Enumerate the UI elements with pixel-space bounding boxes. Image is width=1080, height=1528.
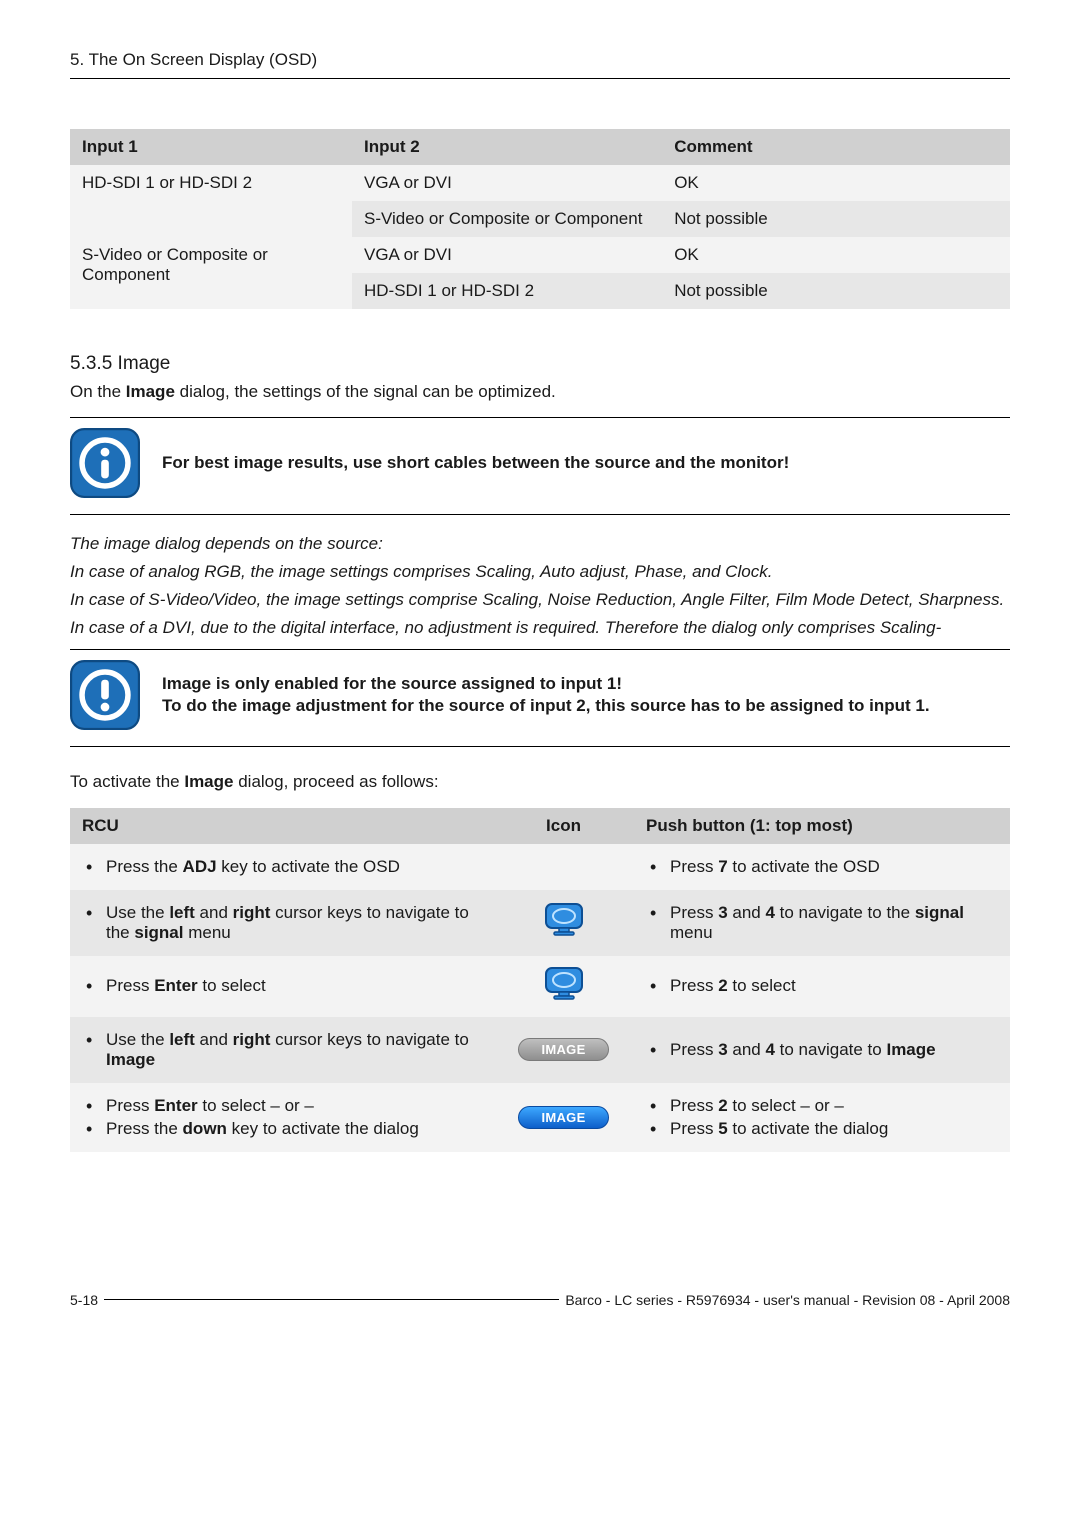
table-header: RCU: [70, 808, 493, 844]
push-button-cell: Press 3 and 4 to navigate to Image: [634, 1017, 1010, 1083]
list-item: Use the left and right cursor keys to na…: [82, 1030, 481, 1070]
monitor-icon: [544, 902, 584, 938]
text: In case of S-Video/Video, the image sett…: [70, 589, 1010, 611]
cell: S-Video or Composite or Component: [352, 201, 662, 237]
page-footer: 5-18 Barco - LC series - R5976934 - user…: [70, 1292, 1010, 1308]
warning-callout: Image is only enabled for the source ass…: [70, 650, 1010, 747]
activate-text: To activate the Image dialog, proceed as…: [70, 771, 1010, 793]
footer-text: Barco - LC series - R5976934 - user's ma…: [565, 1292, 1010, 1308]
list-item: Press 2 to select – or –: [646, 1096, 998, 1116]
table-header: Input 2: [352, 129, 662, 165]
list-item: Press 3 and 4 to navigate to Image: [646, 1040, 998, 1060]
table-row: Press the ADJ key to activate the OSD Pre…: [70, 844, 1010, 890]
table-row: Press Enter to select – or – Press the do…: [70, 1083, 1010, 1152]
table-header: Push button (1: top most): [634, 808, 1010, 844]
icon-cell: [493, 956, 634, 1017]
push-button-cell: Press 7 to activate the OSD: [634, 844, 1010, 890]
cell: VGA or DVI: [352, 165, 662, 201]
text: Image: [184, 772, 233, 791]
list-item: Press Enter to select – or –: [82, 1096, 481, 1116]
table-header: Icon: [493, 808, 634, 844]
cell: HD-SDI 1 or HD-SDI 2: [352, 273, 662, 309]
rcu-cell: Press the ADJ key to activate the OSD: [70, 844, 493, 890]
table-row: Press Enter to select Press 2 to select: [70, 956, 1010, 1017]
icon-cell: [493, 844, 634, 890]
text: dialog, proceed as follows:: [233, 772, 438, 791]
icon-cell: [493, 890, 634, 956]
cell: OK: [662, 165, 1010, 201]
table-header: Input 1: [70, 129, 352, 165]
text: Image is only enabled for the source ass…: [162, 673, 1010, 696]
table-row: S-Video or Composite or Component VGA or…: [70, 237, 1010, 273]
list-item: Press 5 to activate the dialog: [646, 1119, 998, 1139]
text: The image dialog depends on the source:: [70, 533, 1010, 555]
rcu-steps-table: RCU Icon Push button (1: top most) Press…: [70, 808, 1010, 1152]
input-compatibility-table: Input 1 Input 2 Comment HD-SDI 1 or HD-S…: [70, 129, 1010, 309]
warning-text: Image is only enabled for the source ass…: [162, 673, 1010, 719]
italic-notes: The image dialog depends on the source: …: [70, 533, 1010, 639]
warning-icon: [70, 660, 140, 730]
table-row: Use the left and right cursor keys to na…: [70, 1017, 1010, 1083]
text: Image: [126, 382, 175, 401]
cell: Not possible: [662, 273, 1010, 309]
rcu-cell: Press Enter to select: [70, 956, 493, 1017]
text: In case of analog RGB, the image setting…: [70, 561, 1010, 583]
icon-cell: IMAGE: [493, 1083, 634, 1152]
section-heading: 5.3.5 Image: [70, 353, 1010, 375]
image-pill-icon: IMAGE: [518, 1038, 608, 1061]
section-intro: On the Image dialog, the settings of the…: [70, 381, 1010, 403]
cell: OK: [662, 237, 1010, 273]
footer-rule: [104, 1299, 559, 1300]
icon-cell: IMAGE: [493, 1017, 634, 1083]
rcu-cell: Use the left and right cursor keys to na…: [70, 1017, 493, 1083]
list-item: Press Enter to select: [82, 976, 481, 996]
text: To do the image adjustment for the sourc…: [162, 695, 1010, 718]
cell: VGA or DVI: [352, 237, 662, 273]
list-item: Press 7 to activate the OSD: [646, 857, 998, 877]
info-icon: [70, 428, 140, 498]
info-text: For best image results, use short cables…: [162, 452, 1010, 475]
info-callout: For best image results, use short cables…: [70, 418, 1010, 515]
page-number: 5-18: [70, 1292, 98, 1308]
table-header: Comment: [662, 129, 1010, 165]
list-item: Press the down key to activate the dialo…: [82, 1119, 481, 1139]
push-button-cell: Press 2 to select: [634, 956, 1010, 1017]
push-button-cell: Press 2 to select – or – Press 5 to activ…: [634, 1083, 1010, 1152]
cell: Not possible: [662, 201, 1010, 237]
page-header: 5. The On Screen Display (OSD): [70, 50, 1010, 70]
image-pill-icon: IMAGE: [518, 1106, 608, 1129]
list-item: Press the ADJ key to activate the OSD: [82, 857, 481, 877]
header-rule: [70, 78, 1010, 79]
text: To activate the: [70, 772, 184, 791]
cell: HD-SDI 1 or HD-SDI 2: [70, 165, 352, 237]
monitor-icon: [544, 966, 584, 1002]
table-row: HD-SDI 1 or HD-SDI 2 VGA or DVI OK: [70, 165, 1010, 201]
text: In case of a DVI, due to the digital int…: [70, 617, 1010, 639]
push-button-cell: Press 3 and 4 to navigate to the signal …: [634, 890, 1010, 956]
table-row: Use the left and right cursor keys to na…: [70, 890, 1010, 956]
text: On the: [70, 382, 126, 401]
rcu-cell: Use the left and right cursor keys to na…: [70, 890, 493, 956]
rcu-cell: Press Enter to select – or – Press the do…: [70, 1083, 493, 1152]
list-item: Use the left and right cursor keys to na…: [82, 903, 481, 943]
cell: S-Video or Composite or Component: [70, 237, 352, 309]
list-item: Press 3 and 4 to navigate to the signal …: [646, 903, 998, 943]
list-item: Press 2 to select: [646, 976, 998, 996]
text: dialog, the settings of the signal can b…: [175, 382, 556, 401]
